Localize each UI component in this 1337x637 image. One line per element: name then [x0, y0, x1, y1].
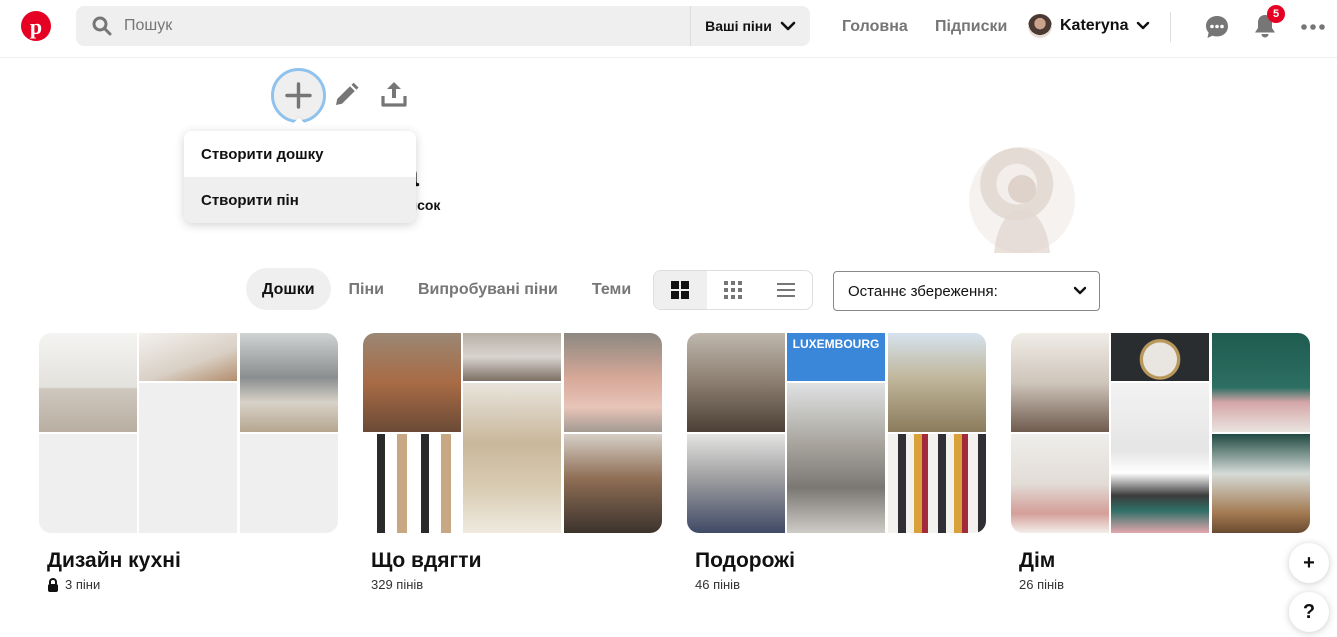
view-grid-large-button[interactable]: [654, 271, 707, 309]
grid-small-icon: [724, 281, 742, 299]
user-name: Kateryna: [1060, 17, 1129, 34]
tab-topics[interactable]: Теми: [576, 268, 647, 310]
edit-pencil-icon[interactable]: [333, 82, 359, 108]
profile-avatar: [969, 147, 1075, 253]
board-photo: [888, 434, 986, 533]
search-icon: [92, 16, 112, 36]
create-button[interactable]: [271, 68, 326, 123]
board-photo: [240, 333, 338, 432]
board-title: Що вдягти: [371, 549, 482, 572]
board-photo: [1011, 333, 1109, 432]
board-photo: [463, 333, 561, 381]
lock-icon: [48, 577, 58, 592]
view-grid-small-button[interactable]: [707, 271, 760, 309]
board-pin-count: 46 пінів: [695, 577, 740, 592]
view-list-button[interactable]: [759, 271, 812, 309]
menu-item-create-board[interactable]: Створити дошку: [184, 131, 416, 177]
board-card-home[interactable]: Дім 26 пінів: [1011, 333, 1310, 592]
board-photo: [888, 333, 986, 432]
board-photo: LUXEMBOURG: [787, 333, 885, 381]
board-photo: [39, 333, 137, 432]
search-scope-dropdown[interactable]: Ваші піни: [690, 6, 810, 46]
floating-add-button[interactable]: +: [1289, 543, 1329, 583]
board-meta: 46 пінів: [687, 577, 986, 592]
board-pin-count: 3 піни: [65, 577, 101, 592]
nav-following-link[interactable]: Підписки: [935, 18, 1007, 36]
board-title: Дім: [1019, 549, 1056, 572]
board-photo: [363, 333, 461, 432]
messages-icon[interactable]: [1204, 14, 1230, 40]
board-photo: [787, 383, 885, 533]
board-cover-grid: [1011, 333, 1310, 533]
board-empty-tile: [240, 434, 338, 533]
chevron-down-icon: [1137, 21, 1150, 30]
plus-icon: [285, 82, 312, 109]
view-toggle: [653, 270, 813, 310]
share-upload-icon[interactable]: [381, 80, 407, 108]
nav-home-link[interactable]: Головна: [842, 18, 908, 36]
board-card-travel[interactable]: LUXEMBOURG Подорожі 46 пінів: [687, 333, 986, 592]
sort-selected-label: Останнє збереження:: [848, 283, 998, 300]
user-menu[interactable]: Kateryna: [1028, 14, 1150, 38]
board-photo: [564, 333, 662, 432]
board-cover-grid: [39, 333, 338, 533]
avatar: [1028, 14, 1052, 38]
search-input[interactable]: [124, 6, 684, 46]
board-cover-grid: [363, 333, 662, 533]
more-options-icon[interactable]: [1300, 14, 1326, 40]
board-meta: 26 пінів: [1011, 577, 1310, 592]
board-photo: [1212, 434, 1310, 533]
board-cover-grid: LUXEMBOURG: [687, 333, 986, 533]
sort-dropdown[interactable]: Останнє збереження:: [833, 271, 1100, 311]
board-card-outfits[interactable]: Що вдягти 329 пінів: [363, 333, 662, 592]
plus-icon: +: [1303, 551, 1315, 574]
board-photo: [1111, 333, 1209, 381]
board-empty-tile: [39, 434, 137, 533]
tab-tried-pins[interactable]: Випробувані піни: [402, 268, 574, 310]
pinterest-logo-icon[interactable]: p: [21, 11, 51, 41]
board-card-kitchen[interactable]: Дизайн кухні 3 піни: [39, 333, 338, 592]
chevron-down-icon: [780, 21, 796, 31]
board-meta: 3 піни: [39, 577, 338, 592]
notification-count-badge: 5: [1267, 5, 1285, 23]
profile-tabs: Дошки Піни Випробувані піни Теми: [246, 268, 647, 310]
board-meta: 329 пінів: [363, 577, 662, 592]
board-pin-count: 26 пінів: [1019, 577, 1064, 592]
help-icon: ?: [1302, 600, 1316, 623]
grid-large-icon: [671, 281, 690, 299]
board-empty-tile: [139, 383, 237, 533]
create-dropdown-menu: Створити дошку Створити пін: [184, 131, 416, 223]
board-photo: [1011, 434, 1109, 533]
board-photo: [687, 333, 785, 432]
board-pin-count: 329 пінів: [371, 577, 424, 592]
list-icon: [776, 283, 795, 297]
header-divider: [1170, 12, 1171, 42]
profile-photo-icon: [994, 175, 1050, 253]
board-photo: [363, 434, 461, 533]
board-photo: [139, 333, 237, 381]
tab-boards[interactable]: Дошки: [246, 268, 331, 310]
board-photo: [1212, 333, 1310, 432]
top-header: p Ваші піни Головна Підписки Kateryna 5: [0, 0, 1337, 58]
search-scope-label: Ваші піни: [705, 18, 772, 34]
board-title: Подорожі: [695, 549, 795, 572]
photo-text: LUXEMBOURG: [792, 337, 880, 351]
board-photo: [687, 434, 785, 533]
board-photo: [564, 434, 662, 533]
help-button[interactable]: ?: [1289, 592, 1329, 632]
svg-text:p: p: [30, 14, 42, 39]
board-title: Дизайн кухні: [47, 549, 181, 572]
menu-item-create-pin[interactable]: Створити пін: [184, 177, 416, 223]
search-bar: Ваші піни: [76, 6, 810, 46]
board-photo: [1111, 383, 1209, 533]
tab-pins[interactable]: Піни: [333, 268, 400, 310]
board-photo: [463, 383, 561, 533]
chevron-down-icon: [1073, 286, 1087, 295]
